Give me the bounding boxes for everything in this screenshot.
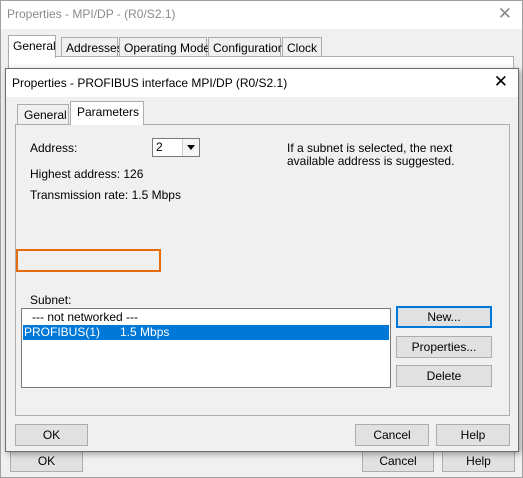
subnet-listbox[interactable]: --- not networked --- PROFIBUS(1) 1.5 Mb… <box>21 308 391 388</box>
background-ok-button[interactable]: OK <box>10 450 83 472</box>
transmission-rate-text: Transmission rate: 1.5 Mbps <box>30 188 181 202</box>
subnet-info-line1: If a subnet is selected, the next <box>287 141 453 155</box>
dialog-title: Properties - PROFIBUS interface MPI/DP (… <box>12 76 288 90</box>
subnet-item-not-networked[interactable]: --- not networked --- <box>23 310 389 325</box>
address-dropdown[interactable]: 2 <box>152 138 200 157</box>
profibus-interface-properties-dialog: Properties - PROFIBUS interface MPI/DP (… <box>5 68 519 452</box>
new-subnet-button[interactable]: New... <box>396 306 492 328</box>
background-tab-addresses[interactable]: Addresses <box>61 37 123 57</box>
subnet-label: Subnet: <box>30 293 72 307</box>
background-tab-general[interactable]: General <box>8 35 56 58</box>
close-icon[interactable]: ✕ <box>494 72 508 92</box>
delete-subnet-button[interactable]: Delete <box>396 365 492 387</box>
background-tab-clock[interactable]: Clock <box>282 37 322 57</box>
background-tab-configuration[interactable]: Configuration <box>208 37 284 57</box>
tab-general[interactable]: General <box>17 104 69 124</box>
ok-button[interactable]: OK <box>15 424 88 446</box>
chevron-down-icon[interactable] <box>182 139 199 156</box>
tab-parameters[interactable]: Parameters <box>70 101 144 125</box>
subnet-info-line2: available address is suggested. <box>287 154 455 168</box>
subnet-properties-button[interactable]: Properties... <box>396 336 492 358</box>
background-cancel-button[interactable]: Cancel <box>362 450 434 472</box>
background-close-icon[interactable]: ✕ <box>498 4 512 24</box>
address-label: Address: <box>30 141 78 155</box>
dialog-title-bar: Properties - PROFIBUS interface MPI/DP (… <box>6 69 518 97</box>
background-title-bar: Properties - MPI/DP - (R0/S2.1) ✕ <box>1 1 522 29</box>
background-dialog-title: Properties - MPI/DP - (R0/S2.1) <box>7 7 176 21</box>
background-help-button[interactable]: Help <box>442 450 515 472</box>
cancel-button[interactable]: Cancel <box>355 424 429 446</box>
background-tab-operating-mode[interactable]: Operating Mode <box>119 37 210 57</box>
subnet-item-profibus[interactable]: PROFIBUS(1) 1.5 Mbps <box>23 325 389 340</box>
parameters-panel: Address: 2 Highest address: 126 Transmis… <box>15 124 510 416</box>
help-button[interactable]: Help <box>436 424 510 446</box>
highest-address-text: Highest address: 126 <box>30 167 144 181</box>
address-value: 2 <box>156 140 163 154</box>
